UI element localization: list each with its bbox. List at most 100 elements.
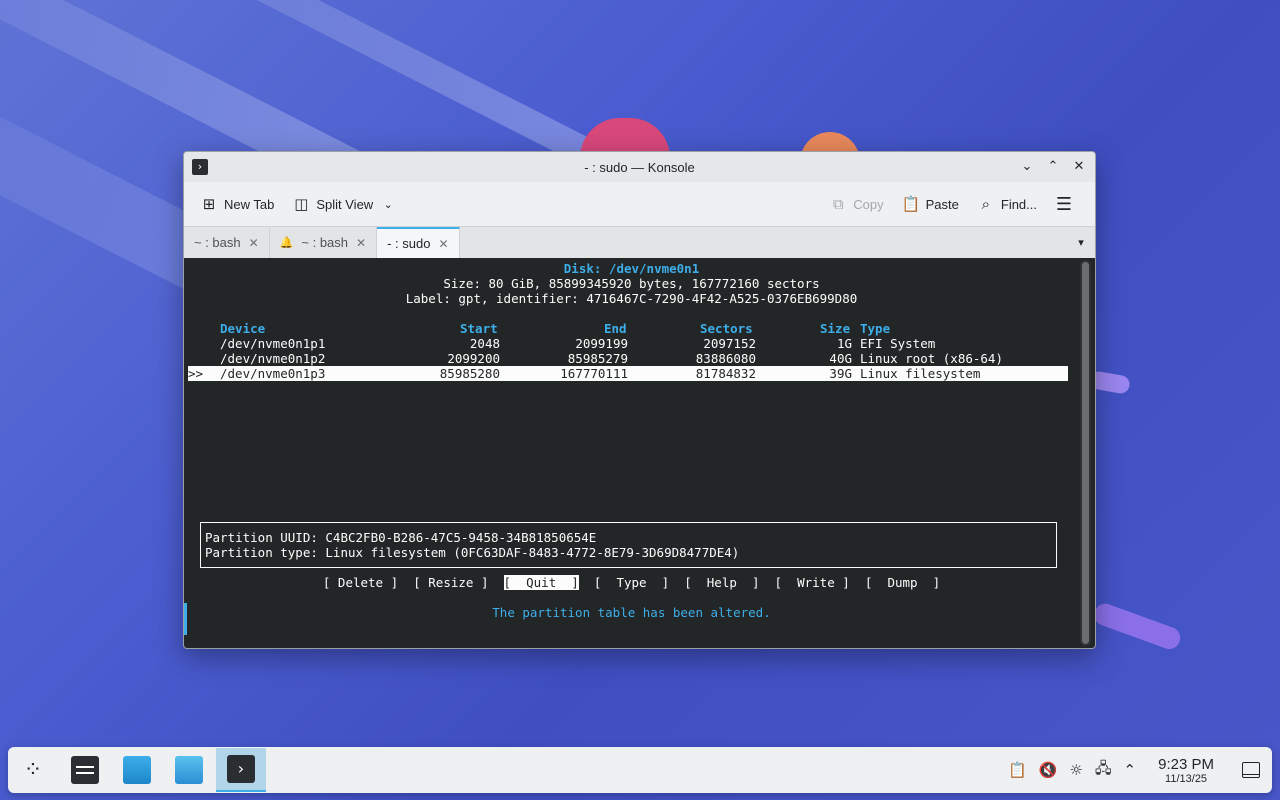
paste-button[interactable]: 📋 Paste — [896, 191, 965, 217]
table-row-selected[interactable]: >> /dev/nvme0n1p3 85985280 167770111 817… — [188, 366, 1068, 381]
taskbar-discover[interactable] — [112, 748, 162, 792]
volume-muted-icon[interactable]: 🔇 — [1039, 761, 1058, 779]
status-message: The partition table has been altered. — [492, 605, 771, 620]
copy-label: Copy — [853, 196, 884, 212]
table-row[interactable]: /dev/nvme0n1p2 2099200 85985279 83886080… — [188, 351, 1068, 366]
system-tray: 📋 🔇 ☼ 🖧 ⌃ 9:23 PM 11/13/25 — [1008, 756, 1260, 785]
konsole-window: › - : sudo — Konsole ⌄ ⌃ ✕ ⊞ New Tab ◫ S… — [183, 151, 1096, 649]
system-settings-icon — [71, 756, 99, 784]
row-start: 2099200 — [447, 351, 500, 366]
tab-menu-icon[interactable]: ▾ — [1067, 227, 1095, 258]
taskbar-konsole[interactable]: › — [216, 748, 266, 792]
chevron-down-icon[interactable]: ⌄ — [379, 198, 397, 211]
row-end: 167770111 — [560, 366, 628, 381]
title-bar[interactable]: › - : sudo — Konsole ⌄ ⌃ ✕ — [184, 152, 1095, 182]
close-tab-icon[interactable]: ✕ — [249, 236, 259, 250]
type-button[interactable]: [ Type ] — [594, 575, 669, 590]
tab-label: - : sudo — [387, 236, 431, 251]
taskbar-dolphin[interactable] — [164, 748, 214, 792]
search-icon: ⌕ — [981, 195, 991, 213]
digital-clock[interactable]: 9:23 PM 11/13/25 — [1158, 756, 1214, 785]
row-end: 2099199 — [575, 336, 628, 351]
row-device: /dev/nvme0n1p3 — [220, 366, 326, 381]
row-sectors: 81784832 — [695, 366, 756, 381]
tab-bash-1[interactable]: ~ : bash ✕ — [184, 227, 270, 258]
row-size: 40G — [829, 351, 852, 366]
bell-icon: 🔔 — [279, 236, 294, 249]
brightness-icon[interactable]: ☼ — [1069, 761, 1082, 779]
scrollbar-thumb[interactable] — [1082, 262, 1089, 644]
clipboard-icon[interactable]: 📋 — [1008, 761, 1027, 779]
cfdisk-menu: [ Delete ] [ Resize ] [ Quit ] [ Type ] … — [184, 575, 1079, 590]
row-type: Linux root (x86-64) — [860, 351, 1003, 366]
column-sectors: Sectors — [700, 321, 753, 336]
quit-button[interactable]: [ Quit ] — [503, 575, 579, 590]
column-end: End — [604, 321, 627, 336]
toolbar: ⊞ New Tab ◫ Split View ⌄ ⧉ Copy 📋 Paste … — [184, 182, 1095, 226]
resize-button[interactable]: [ Resize ] — [413, 575, 488, 590]
row-sectors: 2097152 — [703, 336, 756, 351]
dump-button[interactable]: [ Dump ] — [865, 575, 940, 590]
new-tab-label: New Tab — [224, 196, 275, 212]
hamburger-menu-button[interactable]: ☰ — [1049, 190, 1079, 219]
terminal-view[interactable]: Disk: /dev/nvme0n1 Size: 80 GiB, 8589934… — [184, 258, 1095, 648]
application-launcher[interactable]: ⁘ — [8, 748, 58, 792]
find-button[interactable]: ⌕ Find... — [971, 191, 1043, 217]
split-view-icon: ◫ — [294, 195, 309, 213]
row-sectors: 83886080 — [695, 351, 756, 366]
row-device: /dev/nvme0n1p1 — [220, 336, 326, 351]
partition-info-box: Partition UUID: C4BC2FB0-B286-47C5-9458-… — [200, 522, 1057, 568]
hamburger-menu-icon: ☰ — [1055, 193, 1073, 215]
copy-button[interactable]: ⧉ Copy — [823, 191, 889, 217]
paste-icon: 📋 — [901, 195, 921, 213]
network-icon[interactable]: 🖧 — [1095, 758, 1112, 783]
tab-label: ~ : bash — [194, 235, 241, 250]
clock-date: 11/13/25 — [1165, 772, 1208, 785]
column-size: Size — [820, 321, 851, 336]
copy-icon: ⧉ — [832, 195, 844, 213]
row-type: Linux filesystem — [860, 366, 981, 381]
new-tab-icon: ⊞ — [202, 195, 216, 213]
tab-bash-2[interactable]: 🔔 ~ : bash ✕ — [270, 227, 378, 258]
find-label: Find... — [1000, 196, 1037, 212]
partition-uuid: Partition UUID: C4BC2FB0-B286-47C5-9458-… — [205, 530, 597, 545]
tab-sudo[interactable]: - : sudo ✕ — [377, 227, 460, 258]
tray-expand-icon[interactable]: ⌃ — [1124, 761, 1137, 779]
label-line: Label: gpt, identifier: 4716467C-7290-4F… — [405, 291, 858, 306]
window-title: - : sudo — Konsole — [584, 159, 695, 175]
row-size: 1G — [836, 336, 852, 351]
write-button[interactable]: [ Write ] — [775, 575, 850, 590]
taskbar-system-settings[interactable] — [60, 748, 110, 792]
row-start: 2048 — [469, 336, 500, 351]
clock-time: 9:23 PM — [1158, 755, 1214, 773]
column-device: Device — [220, 321, 266, 336]
partition-type: Partition type: Linux filesystem (0FC63D… — [205, 545, 740, 560]
table-header: Device Start End Sectors Size Type — [188, 321, 1068, 336]
discover-store-icon — [123, 756, 151, 784]
close-icon[interactable]: ✕ — [1071, 159, 1087, 175]
tab-bar: ~ : bash ✕ 🔔 ~ : bash ✕ - : sudo ✕ ▾ — [184, 226, 1095, 258]
row-size: 39G — [829, 366, 852, 381]
launcher-icon: ⁘ — [23, 757, 43, 783]
taskbar: ⁘ › 📋 🔇 ☼ 🖧 ⌃ 9:23 PM 11/13/25 — [8, 747, 1272, 793]
delete-button[interactable]: [ Delete ] — [323, 575, 398, 590]
row-start: 85985280 — [439, 366, 500, 381]
folder-icon — [175, 756, 203, 784]
maximize-icon[interactable]: ⌃ — [1045, 159, 1061, 175]
konsole-app-icon[interactable]: › — [192, 159, 208, 175]
disk-line: Disk: /dev/nvme0n1 — [563, 261, 700, 276]
show-desktop-icon[interactable] — [1242, 762, 1260, 778]
new-tab-button[interactable]: ⊞ New Tab — [194, 191, 280, 217]
tab-label: ~ : bash — [301, 235, 349, 250]
close-tab-icon[interactable]: ✕ — [356, 236, 366, 250]
table-row[interactable]: /dev/nvme0n1p1 2048 2099199 2097152 1G E… — [188, 336, 1068, 351]
close-tab-icon[interactable]: ✕ — [438, 237, 448, 251]
minimize-icon[interactable]: ⌄ — [1019, 159, 1035, 175]
split-view-label: Split View — [316, 196, 374, 212]
row-device: /dev/nvme0n1p2 — [220, 351, 326, 366]
column-start: Start — [460, 321, 498, 336]
size-line: Size: 80 GiB, 85899345920 bytes, 1677721… — [443, 276, 820, 291]
help-button[interactable]: [ Help ] — [684, 575, 759, 590]
left-accent-bar — [184, 603, 187, 635]
split-view-button[interactable]: ◫ Split View ⌄ — [286, 191, 403, 217]
